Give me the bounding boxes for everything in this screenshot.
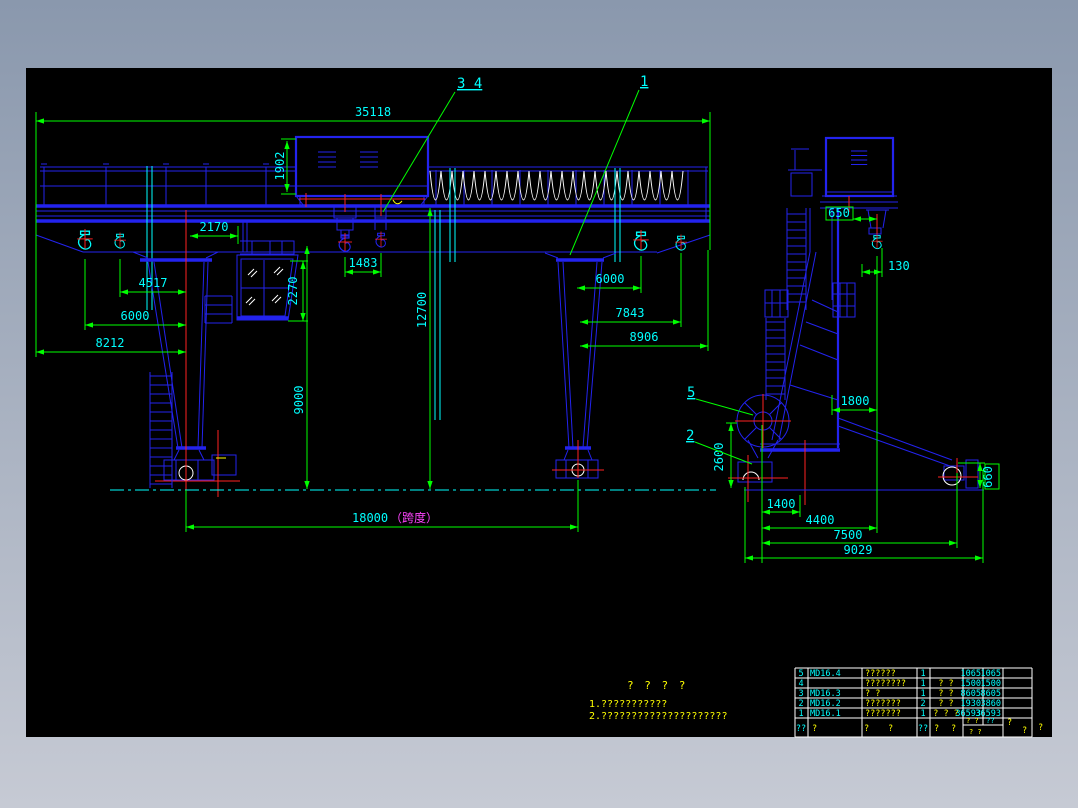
dim-9029: 9029 <box>844 543 873 557</box>
dim-4400: 4400 <box>806 513 835 527</box>
dim-8212: 8212 <box>96 336 125 350</box>
part-total-weight: 1065 <box>981 669 1001 679</box>
footer-cell: ? <box>951 724 956 734</box>
part-material: ? ? <box>938 689 953 699</box>
footer-cell: ? <box>812 724 817 734</box>
part-no: 5 <box>798 669 803 679</box>
dim-650: 650 <box>828 206 850 220</box>
footer-cell: ? <box>934 724 939 734</box>
part-name: ?????? <box>865 669 896 679</box>
dim-8906: 8906 <box>630 330 659 344</box>
part-code: MD16.4 <box>810 669 841 679</box>
part-qty: 1 <box>920 689 925 699</box>
dim-6000-right: 6000 <box>596 272 625 286</box>
dim-span-label: （跨度） <box>390 510 438 525</box>
part-name: ??????? <box>865 709 901 719</box>
part-code: MD16.2 <box>810 699 841 709</box>
part-no: 1 <box>798 709 803 719</box>
balloon-2: 2 <box>686 428 694 444</box>
part-material: ? ? <box>938 699 953 709</box>
part-total-weight: 1500 <box>981 679 1001 689</box>
notes-line2: 2.????????????????????? <box>589 711 727 722</box>
footer-subcell: ? ? <box>969 728 982 736</box>
balloon-5: 5 <box>687 385 695 401</box>
part-code: MD16.1 <box>810 709 841 719</box>
part-no: 3 <box>798 689 803 699</box>
dim-6000-left: 6000 <box>121 309 150 323</box>
footer-cell: ? <box>1038 723 1043 733</box>
drawing-canvas[interactable] <box>26 68 1052 737</box>
footer-cell: ?? <box>796 724 806 734</box>
part-unit-weight: 1500 <box>961 679 981 689</box>
dim-12700: 12700 <box>415 292 429 328</box>
part-qty: 1 <box>920 669 925 679</box>
dim-2170: 2170 <box>200 220 229 234</box>
balloon-1: 1 <box>640 74 648 90</box>
dim-1400: 1400 <box>767 497 796 511</box>
footer-subcell: ?? <box>986 717 994 725</box>
footer-cell: ? <box>1007 718 1012 728</box>
part-total-weight: 3860 <box>981 699 1001 709</box>
part-no: 2 <box>798 699 803 709</box>
footer-cell: ?? <box>918 724 928 734</box>
part-unit-weight: 8605 <box>961 689 981 699</box>
part-material: ? ? <box>938 679 953 689</box>
footer-cell: ? <box>864 724 869 734</box>
dim-130: 130 <box>888 259 910 273</box>
footer-cell: ? <box>888 724 893 734</box>
dim-7500: 7500 <box>834 528 863 542</box>
part-qty: 1 <box>920 679 925 689</box>
footer-cell: ? <box>1022 726 1027 736</box>
dim-1800: 1800 <box>841 394 870 408</box>
dim-9000: 9000 <box>292 386 306 415</box>
part-name: ? ? <box>865 689 880 699</box>
dim-35118: 35118 <box>355 105 391 119</box>
notes-line1: 1.??????????? <box>589 699 667 710</box>
dim-18000-span: 18000 <box>352 511 388 525</box>
cad-viewport: 35118 1902 2170 1483 2270 4517 6000 8212… <box>0 0 1078 808</box>
notes-heading: ? ? ? ? <box>627 679 687 692</box>
part-unit-weight: 1065 <box>961 669 981 679</box>
dim-4517: 4517 <box>139 276 168 290</box>
dim-7843: 7843 <box>616 306 645 320</box>
part-code: MD16.3 <box>810 689 841 699</box>
dim-1483: 1483 <box>349 256 378 270</box>
cad-viewer-window: 35118 1902 2170 1483 2270 4517 6000 8212… <box>0 0 1078 808</box>
footer-subcell: ? ? <box>966 717 979 725</box>
dim-1902: 1902 <box>273 152 287 181</box>
dim-2600: 2600 <box>712 443 726 472</box>
part-qty: 2 <box>920 699 925 709</box>
dim-2270: 2270 <box>286 277 300 306</box>
part-name: ???????? <box>865 679 906 689</box>
balloon-3-4: 3 4 <box>457 76 482 92</box>
part-unit-weight: 1930 <box>961 699 981 709</box>
part-total-weight: 8605 <box>981 689 1001 699</box>
part-qty: 1 <box>920 709 925 719</box>
part-name: ??????? <box>865 699 901 709</box>
part-no: 4 <box>798 679 803 689</box>
